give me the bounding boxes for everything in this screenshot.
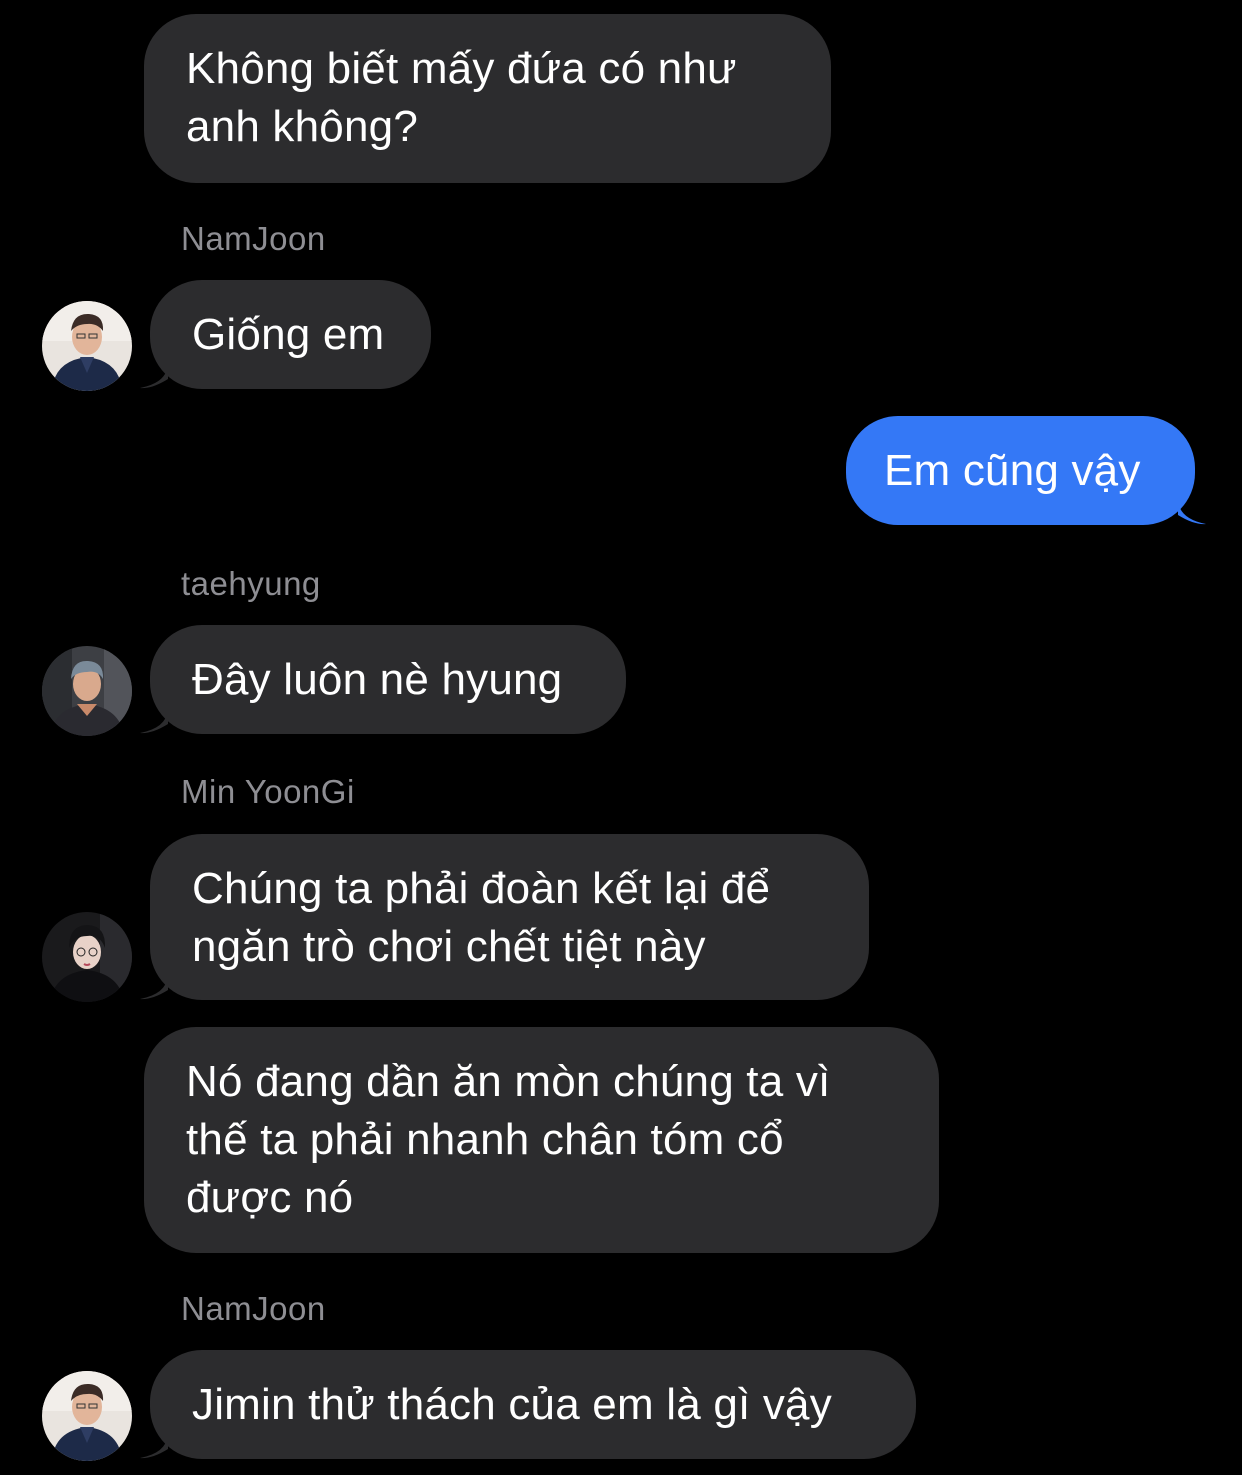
bubble-tail-icon — [140, 365, 168, 389]
avatar[interactable] — [42, 301, 132, 391]
message-text: Nó đang dần ăn mòn chúng ta vì thế ta ph… — [186, 1057, 831, 1222]
bubble-tail-icon — [1178, 501, 1206, 525]
avatar[interactable] — [42, 912, 132, 1002]
message-text: Jimin thử thách của em là gì vậy — [192, 1380, 832, 1429]
sender-name: Min YoonGi — [181, 773, 355, 810]
namjoon-avatar-icon — [42, 1371, 132, 1461]
message-text: Em cũng vậy — [884, 446, 1141, 495]
taehyung-avatar-icon — [42, 646, 132, 736]
bubble-tail-icon — [140, 976, 168, 1000]
sender-name: NamJoon — [181, 220, 326, 257]
sender-name: NamJoon — [181, 1290, 326, 1327]
avatar[interactable] — [42, 646, 132, 736]
message-text: Giống em — [192, 310, 385, 359]
avatar[interactable] — [42, 1371, 132, 1461]
bubble-tail-icon — [140, 710, 168, 734]
sender-name: taehyung — [181, 565, 321, 602]
yoongi-avatar-icon — [42, 912, 132, 1002]
namjoon-avatar-icon — [42, 301, 132, 391]
message-bubble[interactable]: Không biết mấy đứa có như anh không? — [144, 14, 831, 183]
message-bubble[interactable]: Em cũng vậy — [846, 416, 1195, 525]
bubble-tail-icon — [140, 1435, 168, 1459]
message-bubble[interactable]: Nó đang dần ăn mòn chúng ta vì thế ta ph… — [144, 1027, 939, 1253]
message-bubble[interactable]: Chúng ta phải đoàn kết lại để ngăn trò c… — [150, 834, 869, 1000]
message-bubble[interactable]: Đây luôn nè hyung — [150, 625, 626, 734]
message-bubble[interactable]: Giống em — [150, 280, 431, 389]
message-text: Đây luôn nè hyung — [192, 655, 563, 704]
message-bubble[interactable]: Jimin thử thách của em là gì vậy — [150, 1350, 916, 1459]
message-text: Không biết mấy đứa có như anh không? — [186, 44, 737, 151]
message-text: Chúng ta phải đoàn kết lại để ngăn trò c… — [192, 864, 771, 971]
